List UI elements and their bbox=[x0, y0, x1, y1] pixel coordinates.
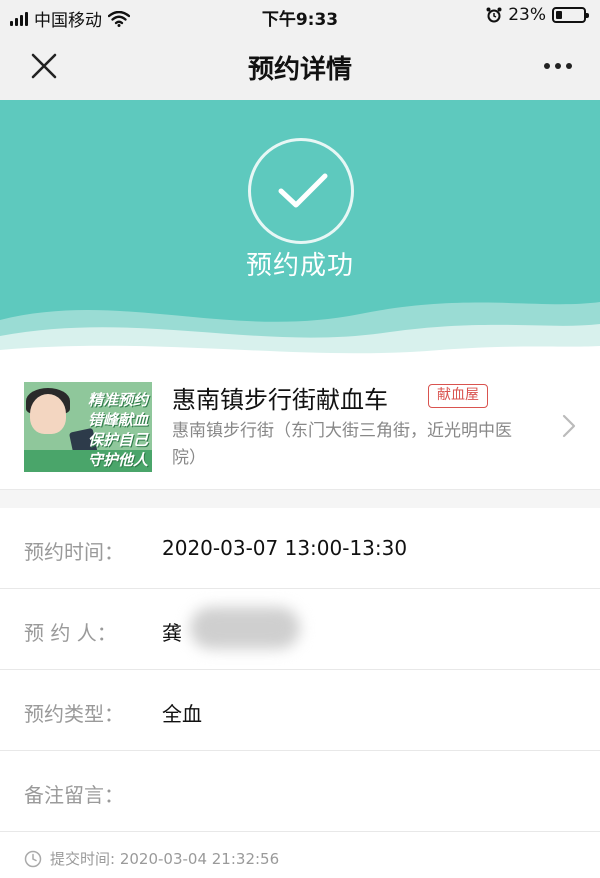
venue-thumbnail: 精准预约 错峰献血 保护自己 守护他人 bbox=[24, 382, 152, 472]
row-value: 全血 bbox=[162, 702, 202, 726]
success-circle bbox=[248, 138, 354, 244]
appointment-type-row: 预约类型： 全血 bbox=[0, 670, 600, 751]
appointee-row: 预 约 人： 龚 bbox=[0, 589, 600, 670]
section-divider bbox=[0, 490, 600, 508]
row-value: 2020-03-07 13:00-13:30 bbox=[162, 536, 408, 560]
row-label: 预约时间： bbox=[24, 540, 124, 564]
submit-time-text: 提交时间: 2020-03-04 21:32:56 bbox=[50, 850, 280, 868]
redacted-name bbox=[190, 607, 300, 649]
status-right: 23% bbox=[486, 5, 589, 25]
thumbnail-slogan: 精准预约 错峰献血 保护自己 守护他人 bbox=[87, 391, 148, 469]
nav-bar: 预约详情 bbox=[0, 32, 600, 100]
wave-decoration bbox=[0, 302, 600, 362]
alarm-icon bbox=[486, 7, 502, 23]
check-icon bbox=[278, 173, 328, 208]
venue-address: 惠南镇步行街（东门大街三角街，近光明中医院） bbox=[172, 421, 512, 468]
success-text: 预约成功 bbox=[245, 251, 354, 281]
chevron-right-icon bbox=[562, 414, 576, 438]
row-label: 备注留言： bbox=[24, 783, 124, 807]
close-icon[interactable] bbox=[26, 48, 62, 84]
success-banner: 预约成功 bbox=[0, 100, 600, 362]
battery-percent: 23% bbox=[508, 5, 546, 25]
venue-card[interactable]: 精准预约 错峰献血 保护自己 守护他人 惠南镇步行街献血车 献血屋 惠南镇步行街… bbox=[0, 362, 600, 490]
appointment-time-row: 预约时间： 2020-03-07 13:00-13:30 bbox=[0, 508, 600, 589]
row-label: 预 约 人： bbox=[24, 621, 117, 645]
submit-time: 提交时间: 2020-03-04 21:32:56 bbox=[24, 848, 279, 869]
venue-type-badge: 献血屋 bbox=[428, 384, 488, 408]
row-value: 龚 bbox=[162, 621, 182, 645]
status-bar: 中国移动 下午9:33 23% bbox=[0, 0, 600, 32]
battery-icon bbox=[552, 7, 589, 23]
clock-icon bbox=[24, 850, 42, 867]
remarks-row: 备注留言： bbox=[0, 751, 600, 832]
battery-fill bbox=[556, 11, 562, 19]
more-icon[interactable] bbox=[538, 52, 578, 80]
row-label: 预约类型： bbox=[24, 702, 124, 726]
page-title: 预约详情 bbox=[247, 55, 352, 85]
venue-name: 惠南镇步行街献血车 bbox=[172, 386, 388, 414]
